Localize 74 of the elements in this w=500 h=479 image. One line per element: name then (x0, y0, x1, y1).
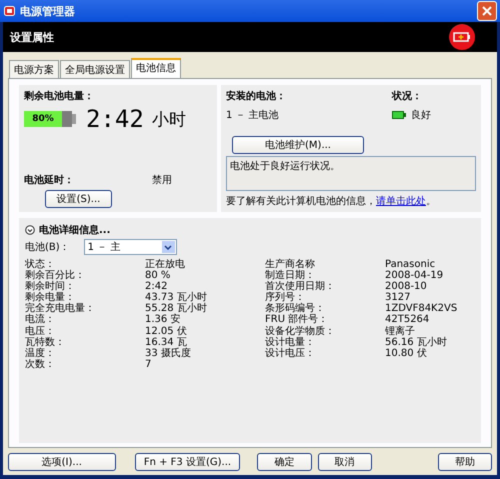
battery-select-label: 电池(B)： (25, 240, 70, 254)
field-value: 56.16 瓦小时 (385, 336, 448, 348)
field-value: 43.73 瓦小时 (145, 292, 208, 304)
field-label: 首次使用日期： (265, 281, 336, 292)
tab[interactable]: 全局电源设置 (60, 60, 130, 78)
field-label: 状态： (25, 259, 56, 270)
field-label: 生产商名称 (265, 259, 316, 270)
maintenance-button[interactable]: 电池维护(M)... (232, 136, 364, 154)
header-title: 设置属性 (10, 30, 54, 44)
field-label: 温度： (25, 348, 56, 359)
field-value: 16.34 瓦 (145, 336, 187, 348)
field-value: 锂离子 (385, 326, 416, 337)
field-label: 序列号： (265, 292, 305, 304)
ok-button[interactable]: 确定 (257, 453, 312, 471)
status-label: 状况： (392, 90, 423, 103)
field-value: 42T5264 (385, 314, 430, 326)
field-label: 瓦特数： (25, 336, 66, 348)
battery-icon (449, 24, 475, 50)
tab[interactable]: 电池信息 (131, 58, 181, 78)
delay-label: 电池延时： (24, 174, 74, 187)
battery-percent: 80% (31, 113, 55, 126)
field-label: 条形码编号： (265, 303, 326, 314)
field-value: 55.28 瓦小时 (145, 303, 208, 314)
battery-dropdown[interactable]: 1 － 主 (84, 239, 177, 255)
battery-icon (392, 111, 406, 119)
time-unit: 小时 (152, 108, 186, 130)
field-value: Panasonic (385, 259, 436, 270)
field-value: 2008-10 (385, 281, 428, 292)
charge-label: 剩余电池电量： (24, 90, 95, 103)
field-label: 设计电量： (265, 336, 316, 348)
field-label: 次数： (25, 358, 56, 370)
info-text: 。 (426, 195, 436, 208)
status-value: 良好 (411, 108, 431, 122)
details-title: 电池详细信息... (39, 223, 110, 237)
field-label: 剩余时间： (25, 281, 76, 292)
options-button[interactable]: 选项(I)... (8, 453, 116, 471)
battery-name: 1 － 主电池 (226, 108, 280, 122)
remaining-time: 2:42 (86, 105, 144, 133)
status-message: 电池处于良好运行状况。 (226, 156, 476, 191)
tab[interactable]: 电源方案 (9, 60, 59, 78)
field-label: FRU 部件号： (265, 314, 330, 326)
field-value: 2:42 (145, 281, 168, 292)
caret-icon[interactable] (164, 244, 172, 250)
close-icon[interactable] (482, 6, 492, 16)
delay-value: 禁用 (152, 174, 172, 187)
info-link[interactable]: 请单击此处 (376, 194, 426, 208)
window-title: 电源管理器 (20, 4, 76, 18)
installed-label: 安装的电池： (226, 89, 286, 103)
field-label: 电压： (25, 326, 56, 337)
field-value: 80 % (145, 270, 172, 282)
field-value: 7 (145, 358, 152, 370)
hotkey-settings-button[interactable]: Fn + F3 设置(G)... (134, 453, 240, 471)
field-label: 制造日期： (265, 270, 315, 282)
battery-icon (4, 6, 16, 16)
field-value: 正在放电 (145, 259, 186, 270)
field-label: 设计电压： (265, 348, 316, 359)
field-value: 3127 (385, 292, 412, 304)
field-value: 10.80 伏 (385, 348, 428, 359)
field-label: 剩余电量： (25, 292, 75, 304)
field-label: 完全充电电量： (25, 303, 96, 314)
field-label: 电流： (25, 314, 56, 326)
cancel-button[interactable]: 取消 (318, 453, 372, 471)
collapse-icon[interactable] (25, 225, 35, 235)
help-button[interactable]: 帮助 (438, 453, 492, 471)
info-text: 要了解有关此计算机电池的信息， (226, 194, 376, 208)
field-value: 1ZDVF84K2VS (385, 303, 458, 314)
field-value: 1.36 安 (145, 314, 182, 326)
field-label: 设备化学物质： (265, 326, 336, 337)
close-button[interactable] (477, 1, 497, 21)
field-label: 剩余百分比： (25, 270, 86, 282)
field-value: 33 摄氏度 (145, 348, 192, 359)
field-value: 2008-04-19 (385, 270, 444, 282)
field-value: 12.05 伏 (145, 326, 188, 337)
settings-button[interactable]: 设置(S)... (45, 190, 112, 208)
